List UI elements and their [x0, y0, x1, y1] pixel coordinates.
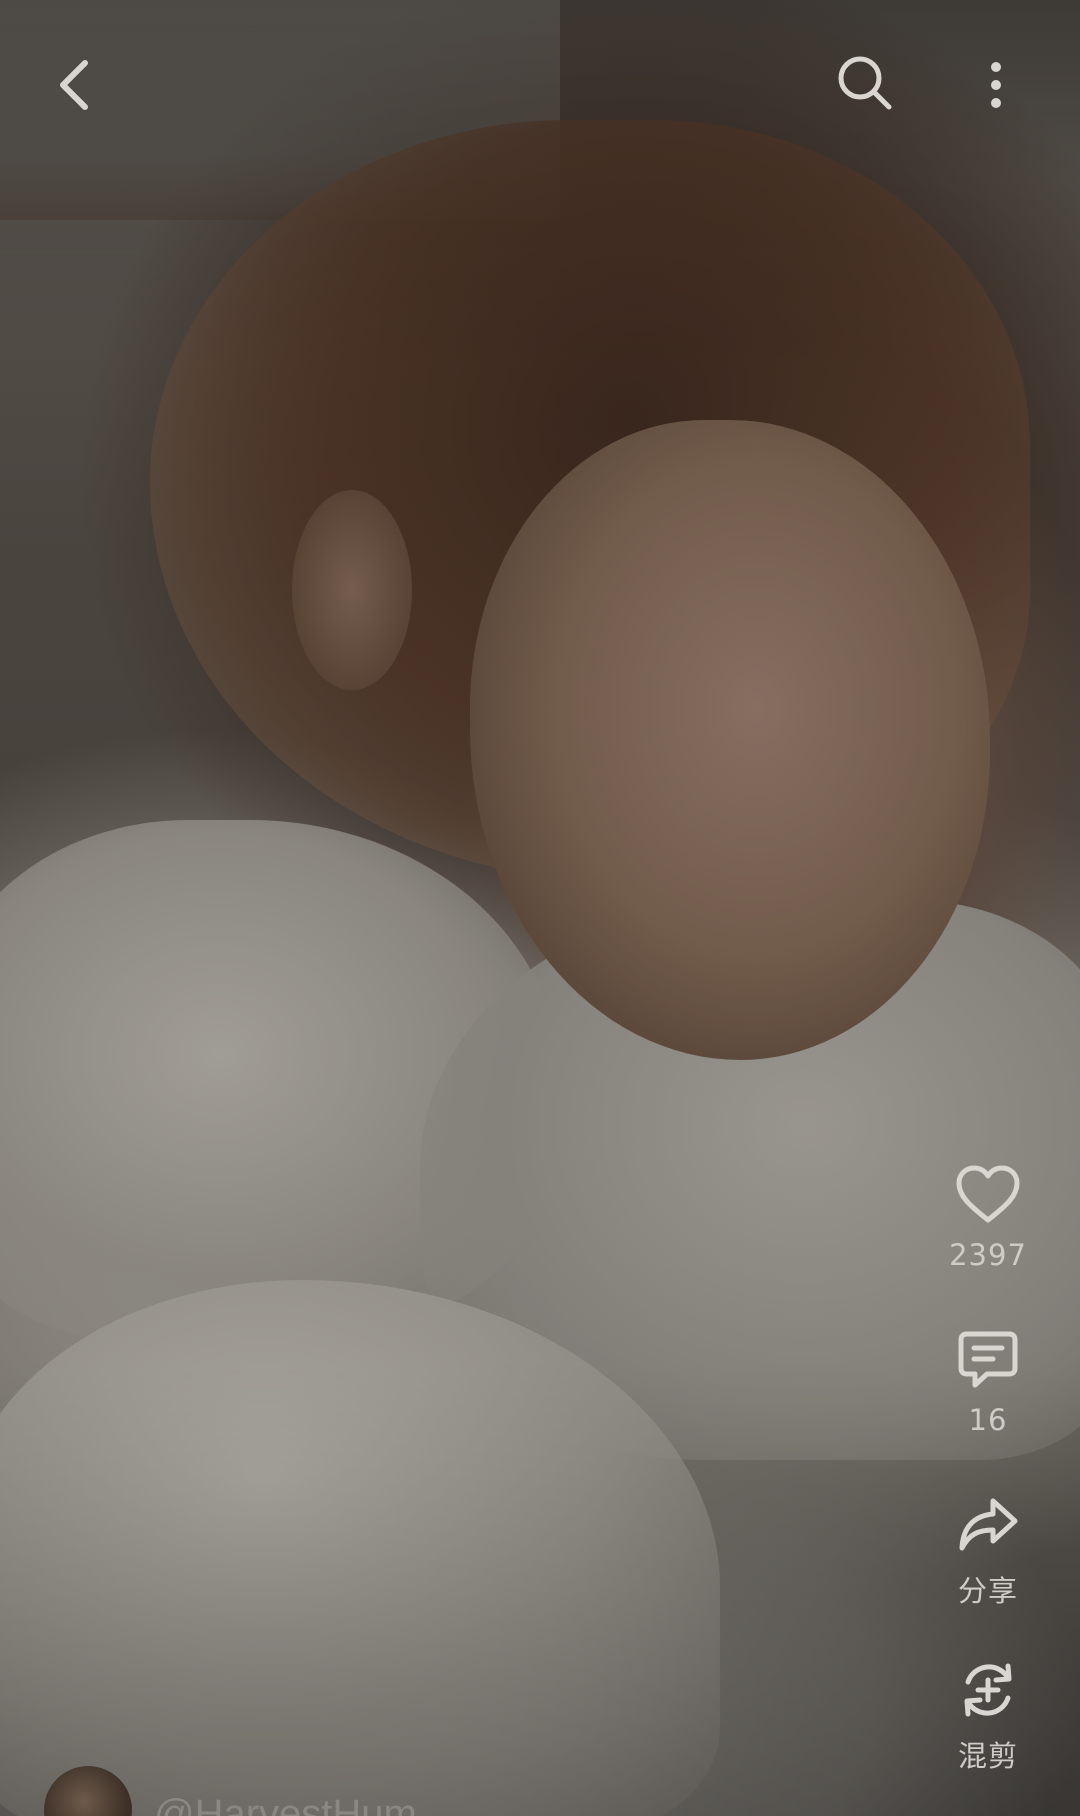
author-row[interactable]: @HarvestHum [44, 1766, 744, 1816]
search-button[interactable] [830, 48, 900, 118]
remix-label: 混剪 [957, 1739, 1018, 1773]
share-arrow-icon [959, 1498, 1018, 1551]
remix-button[interactable]: 混剪 [936, 1655, 1040, 1775]
search-icon [838, 56, 892, 110]
comment-button[interactable]: 16 [936, 1325, 1040, 1437]
video-post-screen: 2397 16 分享 混剪 @HarvestHum [0, 0, 1080, 1816]
post-photo[interactable] [0, 0, 1080, 1816]
like-button[interactable]: 2397 [936, 1160, 1040, 1272]
remix-icon [964, 1663, 1012, 1717]
more-vertical-icon [991, 62, 1001, 108]
top-bar [0, 0, 1080, 170]
avatar[interactable] [44, 1766, 132, 1816]
share-label: 分享 [957, 1574, 1018, 1608]
photo-shade [0, 0, 1080, 1816]
like-count: 2397 [949, 1238, 1027, 1272]
comment-icon [958, 1331, 1018, 1388]
author-username[interactable]: @HarvestHum [154, 1792, 417, 1816]
heart-icon [956, 1165, 1020, 1223]
chevron-left-icon [60, 60, 88, 110]
more-button[interactable] [970, 50, 1022, 120]
comment-count: 16 [968, 1403, 1008, 1437]
back-button[interactable] [40, 50, 110, 120]
share-button[interactable]: 分享 [936, 1490, 1040, 1610]
